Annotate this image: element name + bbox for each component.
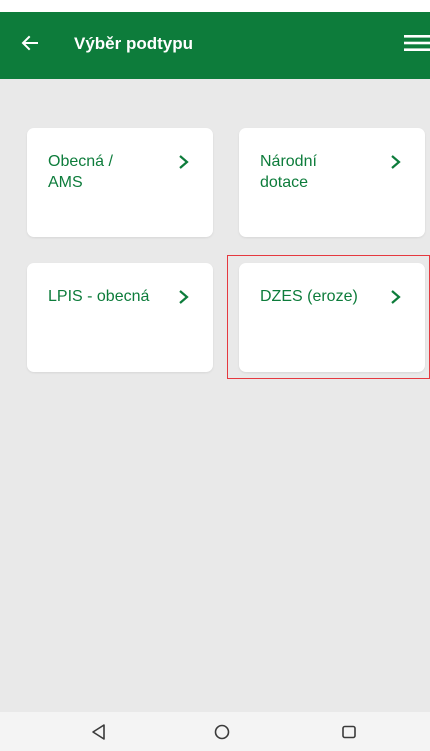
chevron-right-icon [391, 155, 401, 169]
card-obecna-ams[interactable]: Obecná / AMS [27, 128, 213, 237]
card-label: DZES (eroze) [260, 288, 358, 305]
card-label: Obecná / AMS [48, 153, 113, 191]
card-lpis-obecna[interactable]: LPIS - obecná [27, 263, 213, 372]
system-nav-bar [0, 712, 430, 751]
chevron-right-icon [179, 155, 189, 169]
hamburger-menu-icon[interactable] [402, 32, 430, 54]
triangle-back-icon[interactable] [89, 722, 109, 742]
page-title: Výběr podtypu [74, 34, 194, 53]
chevron-right-icon [179, 290, 189, 304]
card-narodni-dotace[interactable]: Národní dotace [239, 128, 425, 237]
square-recents-icon[interactable] [339, 722, 359, 742]
chevron-right-icon [391, 290, 401, 304]
app-bar: Výběr podtypu [0, 12, 430, 79]
status-bar [0, 0, 430, 12]
subtype-grid: Obecná / AMS Národní dotace LPIS - obecn… [0, 79, 430, 712]
arrow-left-icon[interactable] [18, 31, 42, 55]
card-dzes-eroze[interactable]: DZES (eroze) [239, 263, 425, 372]
card-label: Národní dotace [260, 153, 317, 191]
card-label: LPIS - obecná [48, 288, 150, 305]
circle-home-icon[interactable] [212, 722, 232, 742]
